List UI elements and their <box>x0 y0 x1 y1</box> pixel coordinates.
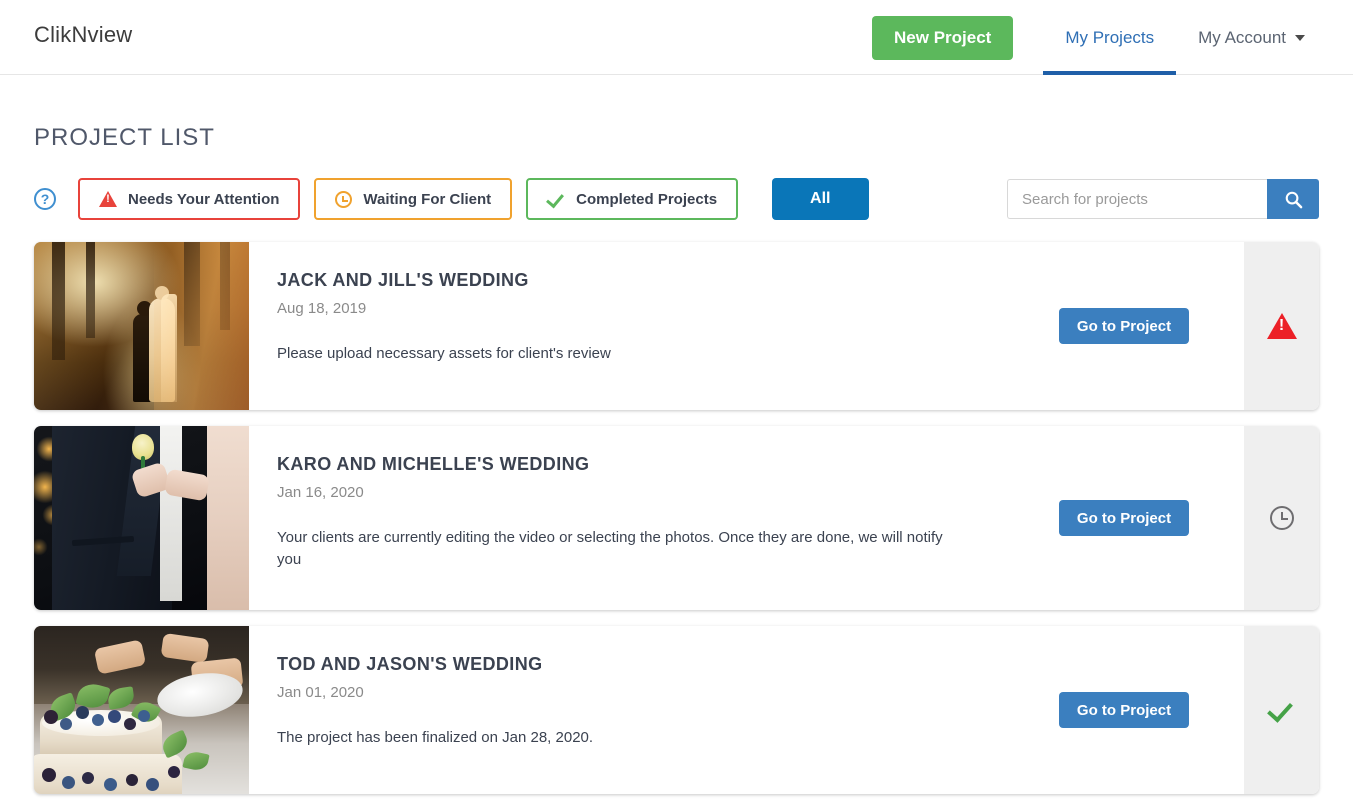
brand-logo[interactable]: ClikNview <box>34 22 132 48</box>
groom-suit-photo <box>34 426 249 610</box>
project-card[interactable]: JACK AND JILL'S WEDDING Aug 18, 2019 Ple… <box>34 242 1319 410</box>
project-date: Jan 16, 2020 <box>277 484 364 501</box>
project-date: Jan 01, 2020 <box>277 684 364 701</box>
project-title: JACK AND JILL'S WEDDING <box>277 270 529 290</box>
wedding-cake-photo <box>34 626 249 794</box>
active-tab-underline <box>1043 71 1177 75</box>
search-bar <box>1007 179 1319 219</box>
filter-chip-completed-projects-label: Completed Projects <box>576 190 718 208</box>
project-list: JACK AND JILL'S WEDDING Aug 18, 2019 Ple… <box>34 242 1319 810</box>
go-to-project-button[interactable]: Go to Project <box>1058 692 1190 728</box>
filter-chip-waiting-for-client-label: Waiting For Client <box>363 190 492 208</box>
search-icon <box>1285 191 1302 208</box>
nav-tab-my-account-label: My Account <box>1198 27 1286 47</box>
status-badge <box>1244 426 1319 610</box>
project-thumbnail <box>34 626 249 794</box>
project-action: Go to Project <box>1004 426 1244 610</box>
status-badge <box>1244 626 1319 794</box>
go-to-project-button[interactable]: Go to Project <box>1058 500 1190 536</box>
app-header: ClikNview New Project My Projects My Acc… <box>0 0 1353 75</box>
project-action: Go to Project <box>1004 242 1244 410</box>
go-to-project-button[interactable]: Go to Project <box>1058 308 1190 344</box>
project-card[interactable]: KARO AND MICHELLE'S WEDDING Jan 16, 2020… <box>34 426 1319 610</box>
project-date: Aug 18, 2019 <box>277 300 367 317</box>
filter-chip-all[interactable]: All <box>772 178 869 220</box>
clock-icon <box>335 190 353 208</box>
search-input[interactable] <box>1007 179 1267 219</box>
project-title: TOD AND JASON'S WEDDING <box>277 654 543 674</box>
check-icon <box>547 190 565 208</box>
project-details: KARO AND MICHELLE'S WEDDING Jan 16, 2020… <box>249 426 1004 610</box>
project-thumbnail <box>34 426 249 610</box>
chevron-down-icon <box>1295 34 1305 41</box>
search-button[interactable] <box>1267 179 1319 219</box>
sunset-couple-photo <box>34 242 249 410</box>
filter-chip-needs-attention-label: Needs Your Attention <box>128 190 280 208</box>
project-description: Your clients are currently editing the v… <box>277 529 943 568</box>
project-card[interactable]: TOD AND JASON'S WEDDING Jan 01, 2020 The… <box>34 626 1319 794</box>
clock-icon <box>1269 506 1294 530</box>
project-description: Please upload necessary assets for clien… <box>277 345 611 362</box>
filter-chip-completed-projects[interactable]: Completed Projects <box>526 178 739 220</box>
project-title: KARO AND MICHELLE'S WEDDING <box>277 454 590 474</box>
warning-triangle-icon <box>99 191 117 207</box>
status-badge <box>1244 242 1319 410</box>
project-action: Go to Project <box>1004 626 1244 794</box>
new-project-button[interactable]: New Project <box>872 15 1014 60</box>
page-title: PROJECT LIST <box>34 124 215 151</box>
project-description: The project has been finalized on Jan 28… <box>277 729 594 746</box>
nav-tab-my-account[interactable]: My Account <box>1176 0 1327 75</box>
check-icon <box>1269 697 1295 723</box>
project-details: JACK AND JILL'S WEDDING Aug 18, 2019 Ple… <box>249 242 1004 410</box>
filter-chip-needs-attention[interactable]: Needs Your Attention <box>78 178 301 220</box>
nav-tab-my-projects[interactable]: My Projects <box>1043 0 1177 75</box>
project-thumbnail <box>34 242 249 410</box>
warning-triangle-icon <box>1266 313 1297 339</box>
help-icon[interactable]: ? <box>34 188 56 210</box>
filter-chip-waiting-for-client[interactable]: Waiting For Client <box>314 178 513 220</box>
header-nav: New Project My Projects My Account <box>872 0 1353 75</box>
filter-bar: ? Needs Your Attention Waiting For Clien… <box>34 178 1319 220</box>
nav-tab-my-projects-label: My Projects <box>1065 27 1155 47</box>
project-details: TOD AND JASON'S WEDDING Jan 01, 2020 The… <box>249 626 1004 794</box>
